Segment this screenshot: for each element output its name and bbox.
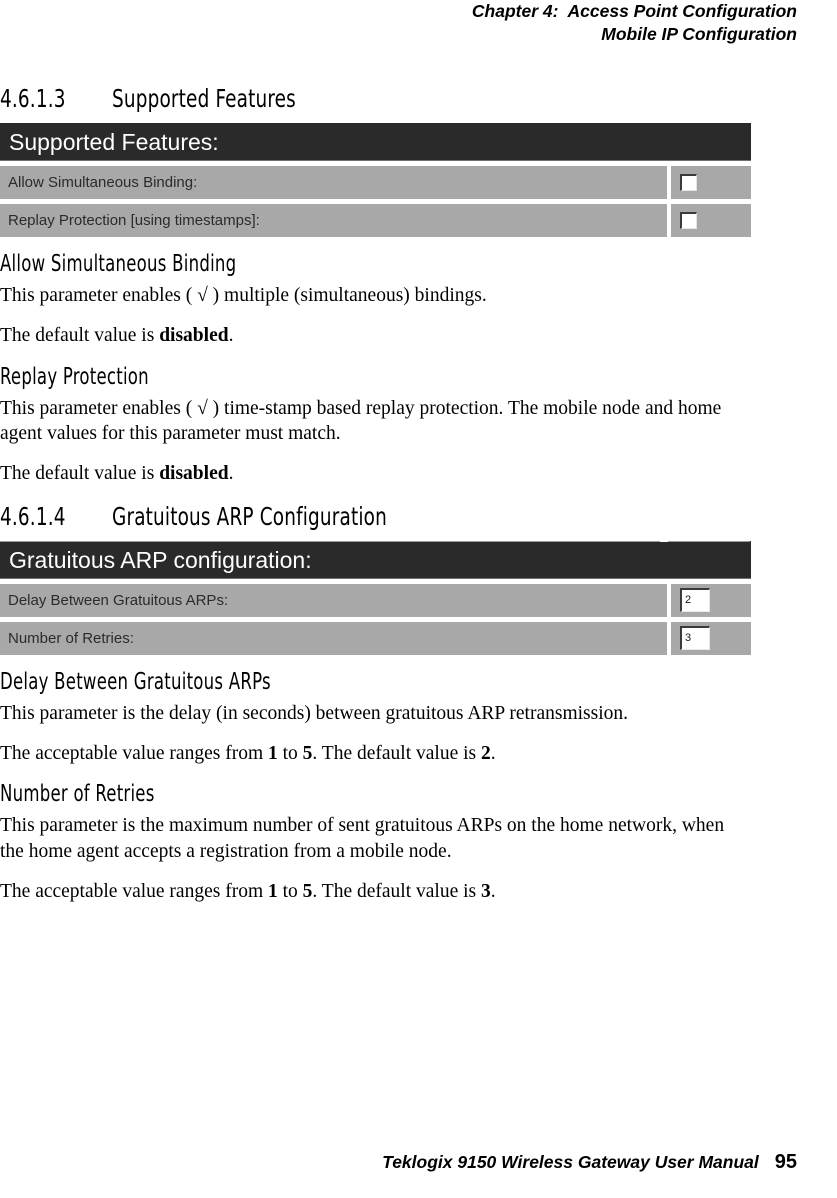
field-label-replay-protection: Replay Protection [using timestamps]: [0, 204, 667, 237]
range-joiner: to [277, 743, 303, 765]
subheading-allow-simultaneous-binding: Allow Simultaneous Binding [0, 251, 237, 277]
range-min: 1 [267, 743, 278, 765]
panel-row: Delay Between Gratuitous ARPs: 2 [0, 583, 751, 617]
paragraph-replay-protection-description: This parameter enables ( √ ) time-stamp … [0, 397, 722, 445]
field-control-cell [671, 166, 751, 199]
default-value: 3 [481, 881, 491, 903]
field-label-delay-between-gratuitous-arps: Delay Between Gratuitous ARPs: [0, 583, 667, 617]
default-suffix: . [228, 325, 234, 347]
footer-page-number: 95 [774, 1151, 797, 1173]
page-content: 4.6.1.3 Supported Features Supported Fea… [0, 84, 760, 919]
section-title: Supported Features [112, 84, 296, 113]
default-suffix: . [490, 881, 496, 903]
panel-row: Replay Protection [using timestamps]: [0, 204, 751, 237]
section-heading-gratuitous-arp: 4.6.1.4 Gratuitous ARP Configuration [0, 501, 760, 542]
range-joiner: to [277, 881, 303, 903]
default-value: disabled [159, 463, 229, 485]
input-delay-between-gratuitous-arps[interactable]: 2 [680, 588, 710, 613]
supported-features-panel: Supported Features: Allow Simultaneous B… [0, 123, 751, 237]
paragraph-retries-description: This parameter is the maximum number of … [0, 815, 725, 862]
default-value: disabled [159, 325, 229, 347]
range-prefix: The acceptable value ranges from [0, 743, 268, 765]
paragraph-allow-simultaneous-binding-default: The default value is disabled. [0, 323, 740, 348]
default-suffix: . [490, 743, 496, 765]
range-min: 1 [267, 881, 278, 903]
panel-title-supported-features: Supported Features: [0, 123, 751, 161]
section-title: Gratuitous ARP Configuration [112, 501, 387, 531]
gratuitous-arp-panel: Gratuitous ARP configuration: Delay Betw… [0, 540, 751, 655]
paragraph-replay-protection-default: The default value is disabled. [0, 461, 740, 486]
paragraph-allow-simultaneous-binding-description: This parameter enables ( √ ) multiple (s… [0, 285, 487, 306]
checkbox-allow-simultaneous-binding[interactable] [680, 174, 697, 191]
running-head-chapter: Chapter 4: Access Point Configuration [471, 1, 797, 21]
field-label-number-of-retries: Number of Retries: [0, 621, 667, 655]
default-prefix: . The default value is [312, 743, 481, 765]
input-number-of-retries[interactable]: 3 [680, 626, 710, 651]
subheading-replay-protection: Replay Protection [0, 363, 149, 390]
range-prefix: The acceptable value ranges from [0, 881, 268, 903]
page-footer: Teklogix 9150 Wireless Gateway User Manu… [0, 1133, 797, 1192]
field-control-cell [671, 204, 751, 237]
field-control-cell: 3 [671, 621, 751, 655]
default-prefix: . The default value is [312, 881, 481, 903]
panel-row: Allow Simultaneous Binding: [0, 166, 751, 199]
panel-row: Number of Retries: 3 [0, 621, 751, 655]
section-number: 4.6.1.4 [0, 501, 66, 531]
subheading-delay-between-gratuitous-arps: Delay Between Gratuitous ARPs [0, 668, 271, 695]
paragraph-delay-description: This parameter is the delay (in seconds)… [0, 702, 629, 724]
section-heading-supported-features: 4.6.1.3 Supported Features [0, 84, 760, 113]
field-control-cell: 2 [671, 583, 751, 617]
subheading-number-of-retries: Number of Retries [0, 781, 155, 808]
footer-manual-title: Teklogix 9150 Wireless Gateway User Manu… [382, 1152, 759, 1172]
document-page: Chapter 4: Access Point Configuration Mo… [0, 0, 837, 1198]
paragraph-delay-range: The acceptable value ranges from 1 to 5.… [0, 741, 740, 766]
range-max: 5 [302, 881, 313, 903]
paragraph-retries-range: The acceptable value ranges from 1 to 5.… [0, 879, 740, 904]
panel-title-gratuitous-arp: Gratuitous ARP configuration: [0, 540, 751, 579]
default-prefix: The default value is [0, 325, 160, 347]
default-prefix: The default value is [0, 463, 160, 485]
range-max: 5 [302, 743, 313, 765]
field-label-allow-simultaneous-binding: Allow Simultaneous Binding: [0, 166, 667, 199]
default-value: 2 [481, 743, 491, 765]
checkbox-replay-protection[interactable] [680, 212, 697, 229]
running-head: Chapter 4: Access Point Configuration Mo… [472, 0, 797, 46]
default-suffix: . [228, 463, 234, 485]
running-head-subject: Mobile IP Configuration [601, 24, 797, 45]
section-number: 4.6.1.3 [0, 84, 66, 113]
